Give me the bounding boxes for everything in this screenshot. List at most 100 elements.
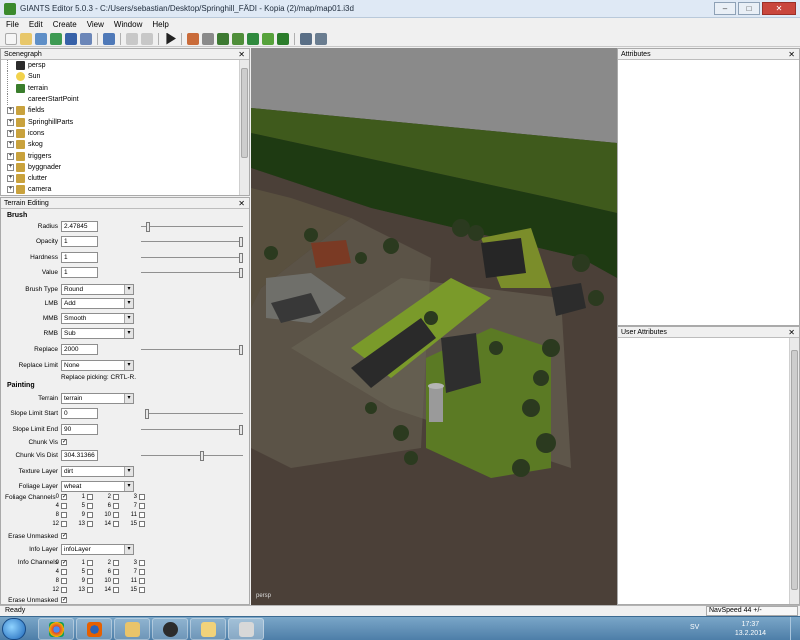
expand-icon[interactable]: + <box>7 118 14 126</box>
channel-checkbox[interactable] <box>87 578 93 584</box>
open-folder-icon[interactable] <box>20 32 32 45</box>
channel-checkbox[interactable] <box>61 578 67 584</box>
user-attributes-close-icon[interactable]: ✕ <box>788 327 795 338</box>
radius-field[interactable]: 2.47845 <box>61 221 98 232</box>
hardness-field[interactable]: 1 <box>61 252 98 263</box>
expand-icon[interactable]: + <box>7 107 14 115</box>
channel-checkbox[interactable]: ✓ <box>61 494 67 500</box>
attributes-close-icon[interactable]: ✕ <box>788 49 795 60</box>
menu-window[interactable]: Window <box>114 20 142 29</box>
scenegraph-item[interactable]: careerStartPoint <box>1 94 239 106</box>
taskbar-folder[interactable] <box>190 618 226 640</box>
terrain-dropdown[interactable]: terrain ▾ <box>61 393 134 404</box>
channel-checkbox[interactable] <box>113 494 119 500</box>
plant-icon[interactable] <box>277 32 289 45</box>
scenegraph-item[interactable]: + camera <box>1 184 239 195</box>
scenegraph-item[interactable]: + icons <box>1 128 239 139</box>
scrollbar-thumb[interactable] <box>791 350 798 590</box>
value-field[interactable]: 1 <box>61 267 98 278</box>
mmb-dropdown[interactable]: Smooth ▾ <box>61 313 134 324</box>
foliage-paint-icon[interactable] <box>247 32 259 45</box>
scenegraph-item[interactable]: terrain <box>1 82 239 94</box>
save-as-icon[interactable] <box>80 32 92 45</box>
lod-gear-icon[interactable] <box>315 32 327 45</box>
terrain-sculpt-icon[interactable] <box>217 32 229 45</box>
opacity-field[interactable]: 1 <box>61 236 98 247</box>
replace-slider[interactable] <box>141 345 243 355</box>
terrain-editing-close-icon[interactable]: ✕ <box>238 198 245 209</box>
menu-help[interactable]: Help <box>152 20 168 29</box>
scenegraph-item[interactable]: + fields <box>1 105 239 116</box>
scenegraph-item[interactable]: + triggers <box>1 150 239 161</box>
chunk-vis-checkbox[interactable]: ✓ <box>61 439 67 445</box>
grass-icon[interactable] <box>262 32 274 45</box>
slider-handle[interactable] <box>199 451 204 461</box>
close-button[interactable]: ✕ <box>762 2 796 15</box>
lmb-dropdown[interactable]: Add ▾ <box>61 298 134 309</box>
texture-layer-dropdown[interactable]: dirt ▾ <box>61 466 134 477</box>
channel-checkbox[interactable] <box>61 503 67 509</box>
play-icon[interactable] <box>166 32 176 45</box>
channel-checkbox[interactable] <box>87 494 93 500</box>
taskbar-chrome[interactable] <box>38 618 74 640</box>
terrain-paint-icon[interactable] <box>232 32 244 45</box>
rmb-dropdown[interactable]: Sub ▾ <box>61 328 134 339</box>
brush-type-dropdown[interactable]: Round ▾ <box>61 284 134 295</box>
scenegraph-item[interactable]: + skog <box>1 139 239 150</box>
opacity-slider[interactable] <box>141 237 243 247</box>
menu-create[interactable]: Create <box>53 20 77 29</box>
settings-gear-icon[interactable] <box>300 32 312 45</box>
slope-limit-start-field[interactable]: 0 <box>61 408 98 419</box>
channel-checkbox[interactable] <box>61 512 67 518</box>
erase-unmasked-checkbox[interactable]: ✓ <box>61 533 67 539</box>
user-attributes-scrollbar[interactable] <box>789 338 799 604</box>
channel-checkbox[interactable] <box>113 569 119 575</box>
radius-slider[interactable] <box>141 222 243 232</box>
channel-checkbox[interactable] <box>139 587 145 593</box>
hardness-slider[interactable] <box>141 253 243 263</box>
channel-checkbox[interactable] <box>139 512 145 518</box>
save-icon[interactable] <box>65 32 77 45</box>
channel-checkbox[interactable] <box>61 521 67 527</box>
menu-view[interactable]: View <box>87 20 104 29</box>
menu-edit[interactable]: Edit <box>29 20 43 29</box>
language-indicator[interactable]: SV <box>690 624 699 631</box>
slider-handle[interactable] <box>239 345 243 355</box>
channel-checkbox[interactable] <box>87 587 93 593</box>
new-file-icon[interactable] <box>5 32 17 45</box>
taskbar-spotify[interactable] <box>152 618 188 640</box>
scenegraph-item[interactable]: persp <box>1 60 239 72</box>
channel-checkbox[interactable] <box>87 569 93 575</box>
slope-limit-start-slider[interactable] <box>145 409 243 419</box>
channel-checkbox[interactable] <box>113 578 119 584</box>
channel-checkbox[interactable] <box>61 587 67 593</box>
start-button[interactable] <box>2 618 26 640</box>
undo-icon[interactable] <box>126 32 138 45</box>
channel-checkbox[interactable] <box>61 569 67 575</box>
slider-handle[interactable] <box>145 222 150 232</box>
expand-icon[interactable]: + <box>7 141 14 149</box>
value-slider[interactable] <box>141 268 243 278</box>
scenegraph-close-icon[interactable]: ✕ <box>238 49 245 60</box>
terrain-render[interactable] <box>251 48 617 605</box>
scenegraph-scrollbar[interactable] <box>239 60 249 195</box>
expand-icon[interactable]: + <box>7 163 14 171</box>
slider-handle[interactable] <box>239 253 243 263</box>
channel-checkbox[interactable] <box>139 569 145 575</box>
channel-checkbox[interactable] <box>87 512 93 518</box>
channel-checkbox[interactable] <box>139 578 145 584</box>
info-layer-dropdown[interactable]: infoLayer ▾ <box>61 544 134 555</box>
channel-checkbox[interactable] <box>113 560 119 566</box>
chunk-vis-dist-field[interactable]: 304.31366 <box>61 450 98 461</box>
foliage-layer-dropdown[interactable]: wheat ▾ <box>61 481 134 492</box>
slider-handle[interactable] <box>239 268 243 278</box>
show-desktop-button[interactable] <box>790 617 800 640</box>
slope-limit-end-slider[interactable] <box>141 425 243 435</box>
channel-checkbox[interactable] <box>139 521 145 527</box>
channel-checkbox[interactable] <box>113 587 119 593</box>
slope-limit-end-field[interactable]: 90 <box>61 424 98 435</box>
expand-icon[interactable]: + <box>7 175 14 183</box>
home-icon[interactable] <box>187 32 199 45</box>
minimize-button[interactable]: – <box>714 2 736 15</box>
redo-icon[interactable] <box>141 32 153 45</box>
